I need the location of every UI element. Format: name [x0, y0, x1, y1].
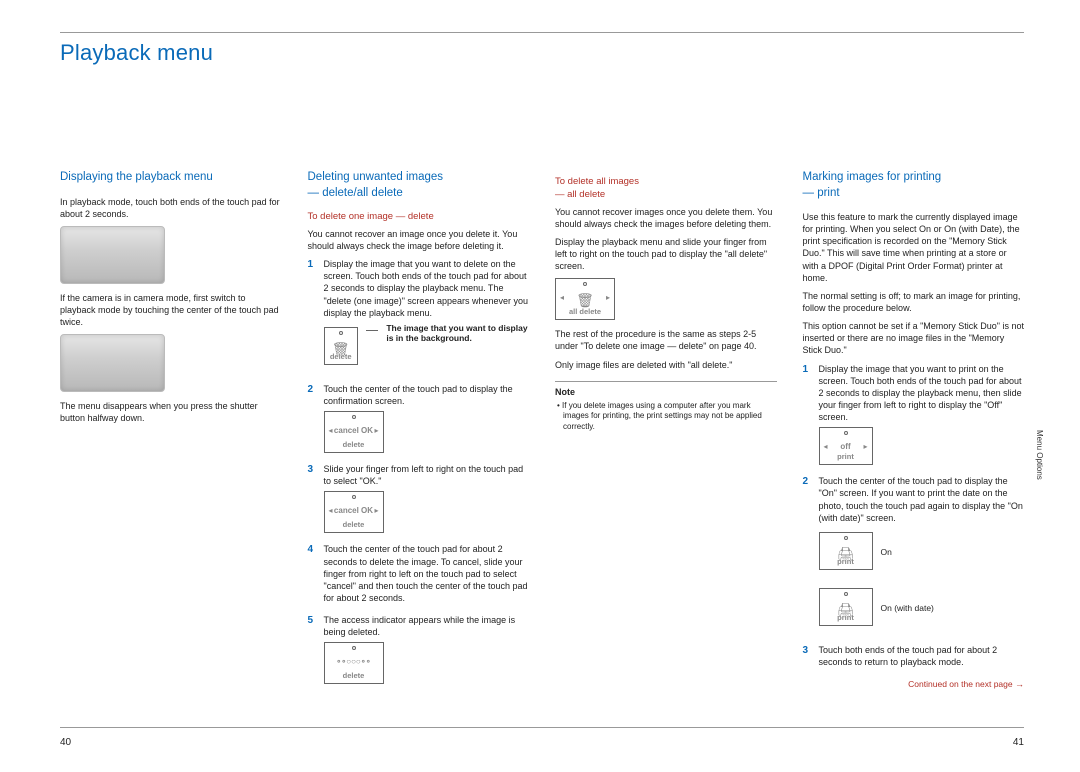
page-number-right: 41 [1013, 737, 1024, 748]
heading-line: Deleting unwanted images [308, 171, 444, 183]
section-heading: Deleting unwanted images — delete/all de… [308, 170, 530, 201]
step-text: The access indicator appears while the i… [324, 615, 516, 637]
icon-row: 🖨 print On (with date) [819, 584, 1025, 634]
icon-caption: print [820, 613, 872, 623]
icon-mid: cancel OK [325, 506, 383, 517]
note-title: Note [555, 386, 777, 398]
step-item: Display the image that you want to delet… [308, 258, 530, 373]
icon-caption: delete [325, 352, 357, 362]
body-text: This option cannot be set if a "Memory S… [803, 320, 1025, 356]
icon-caption: print [820, 452, 872, 462]
figure-callout: 🗑 delete The image that you want to disp… [324, 323, 530, 373]
col-3: To delete all images — all delete You ca… [555, 170, 777, 712]
step-text: Slide your finger from left to right on … [324, 464, 524, 486]
step-item: Touch the center of the touch pad to dis… [803, 475, 1025, 634]
icon-caption: delete [325, 671, 383, 681]
section-heading: Marking images for printing — print [803, 170, 1025, 201]
icon-caption: delete [325, 440, 383, 450]
sub-heading: To delete all images — all delete [555, 176, 777, 202]
body-text: The rest of the procedure is the same as… [555, 328, 777, 352]
step-list: Display the image that you want to delet… [308, 258, 530, 684]
step-text: Touch the center of the touch pad to dis… [324, 384, 513, 406]
heading-line: — all delete [555, 189, 605, 200]
body-text: Use this feature to mark the currently d… [803, 211, 1025, 284]
print-on-icon-box: 🖨 print [819, 532, 873, 570]
body-text: In playback mode, touch both ends of the… [60, 196, 282, 220]
col-2: Deleting unwanted images — delete/all de… [308, 170, 530, 712]
camera-photo-thumb [60, 334, 165, 392]
confirm-icon-box: ◂▸ cancel OK delete [324, 411, 384, 453]
callout-text: The image that you want to display is in… [386, 323, 529, 344]
arrow-right-icon: → [1015, 679, 1024, 689]
chapter-title: Playback menu [60, 40, 213, 66]
icon-caption: delete [325, 520, 383, 530]
access-icon-box: ∘∘○○○∘∘ delete [324, 642, 384, 684]
step-list: Display the image that you want to print… [803, 363, 1025, 669]
step-text: Touch the center of the touch pad for ab… [324, 544, 528, 603]
icon-label: On [881, 547, 892, 558]
heading-line: — print [803, 187, 840, 199]
step-text: Touch both ends of the touch pad for abo… [819, 645, 998, 667]
page-number-left: 40 [60, 737, 71, 748]
continued-text: Continued on the next page [908, 679, 1012, 689]
bottom-rule [60, 727, 1024, 728]
heading-line: To delete all images [555, 176, 639, 187]
body-text: Display the playback menu and slide your… [555, 236, 777, 272]
body-text: The menu disappears when you press the s… [60, 400, 282, 424]
step-text: Touch the center of the touch pad to dis… [819, 476, 1023, 522]
body-text: The normal setting is off; to mark an im… [803, 290, 1025, 314]
step-item: Touch the center of the touch pad for ab… [308, 543, 530, 604]
icon-caption: all delete [556, 307, 614, 317]
delete-icon-box: 🗑 delete [324, 327, 358, 365]
callout-line [366, 330, 378, 331]
note-rule [555, 381, 777, 382]
content-columns: Displaying the playback menu In playback… [60, 170, 1024, 712]
icon-caption: print [820, 557, 872, 567]
step-item: Touch both ends of the touch pad for abo… [803, 644, 1025, 668]
body-text: Only image files are deleted with "all d… [555, 359, 777, 371]
step-item: Display the image that you want to print… [803, 363, 1025, 466]
print-on-date-icon-box: 🖨 print [819, 588, 873, 626]
ok-icon-box: ◂▸ cancel OK delete [324, 491, 384, 533]
continued-line: Continued on the next page → [803, 678, 1025, 690]
note-body: • If you delete images using a computer … [555, 401, 777, 432]
all-delete-icon-box: ◂▸ 🗑 all delete [555, 278, 615, 320]
print-off-icon-box: ◂▸ off print [819, 427, 873, 465]
section-heading: Displaying the playback menu [60, 170, 282, 186]
body-text: If the camera is in camera mode, first s… [60, 292, 282, 328]
icon-label: On (with date) [881, 603, 934, 614]
col-4: Marking images for printing — print Use … [803, 170, 1025, 712]
top-rule [60, 32, 1024, 33]
camera-photo-thumb [60, 226, 165, 284]
side-tab-label: Menu Options [1035, 430, 1044, 480]
step-item: Slide your finger from left to right on … [308, 463, 530, 533]
col-1: Displaying the playback menu In playback… [60, 170, 282, 712]
progress-dots-icon: ∘∘○○○∘∘ [325, 657, 383, 668]
icon-mid: cancel OK [325, 426, 383, 437]
step-text: Display the image that you want to print… [819, 364, 1022, 423]
step-item: The access indicator appears while the i… [308, 614, 530, 684]
heading-line: — delete/all delete [308, 187, 403, 199]
body-text: You cannot recover images once you delet… [555, 206, 777, 230]
step-item: Touch the center of the touch pad to dis… [308, 383, 530, 453]
sub-heading: To delete one image — delete [308, 211, 530, 224]
manual-page-spread: Playback menu Displaying the playback me… [0, 0, 1080, 772]
icon-row: 🖨 print On [819, 528, 1025, 578]
body-text: You cannot recover an image once you del… [308, 228, 530, 252]
step-text: Display the image that you want to delet… [324, 259, 529, 318]
heading-line: Marking images for printing [803, 171, 942, 183]
